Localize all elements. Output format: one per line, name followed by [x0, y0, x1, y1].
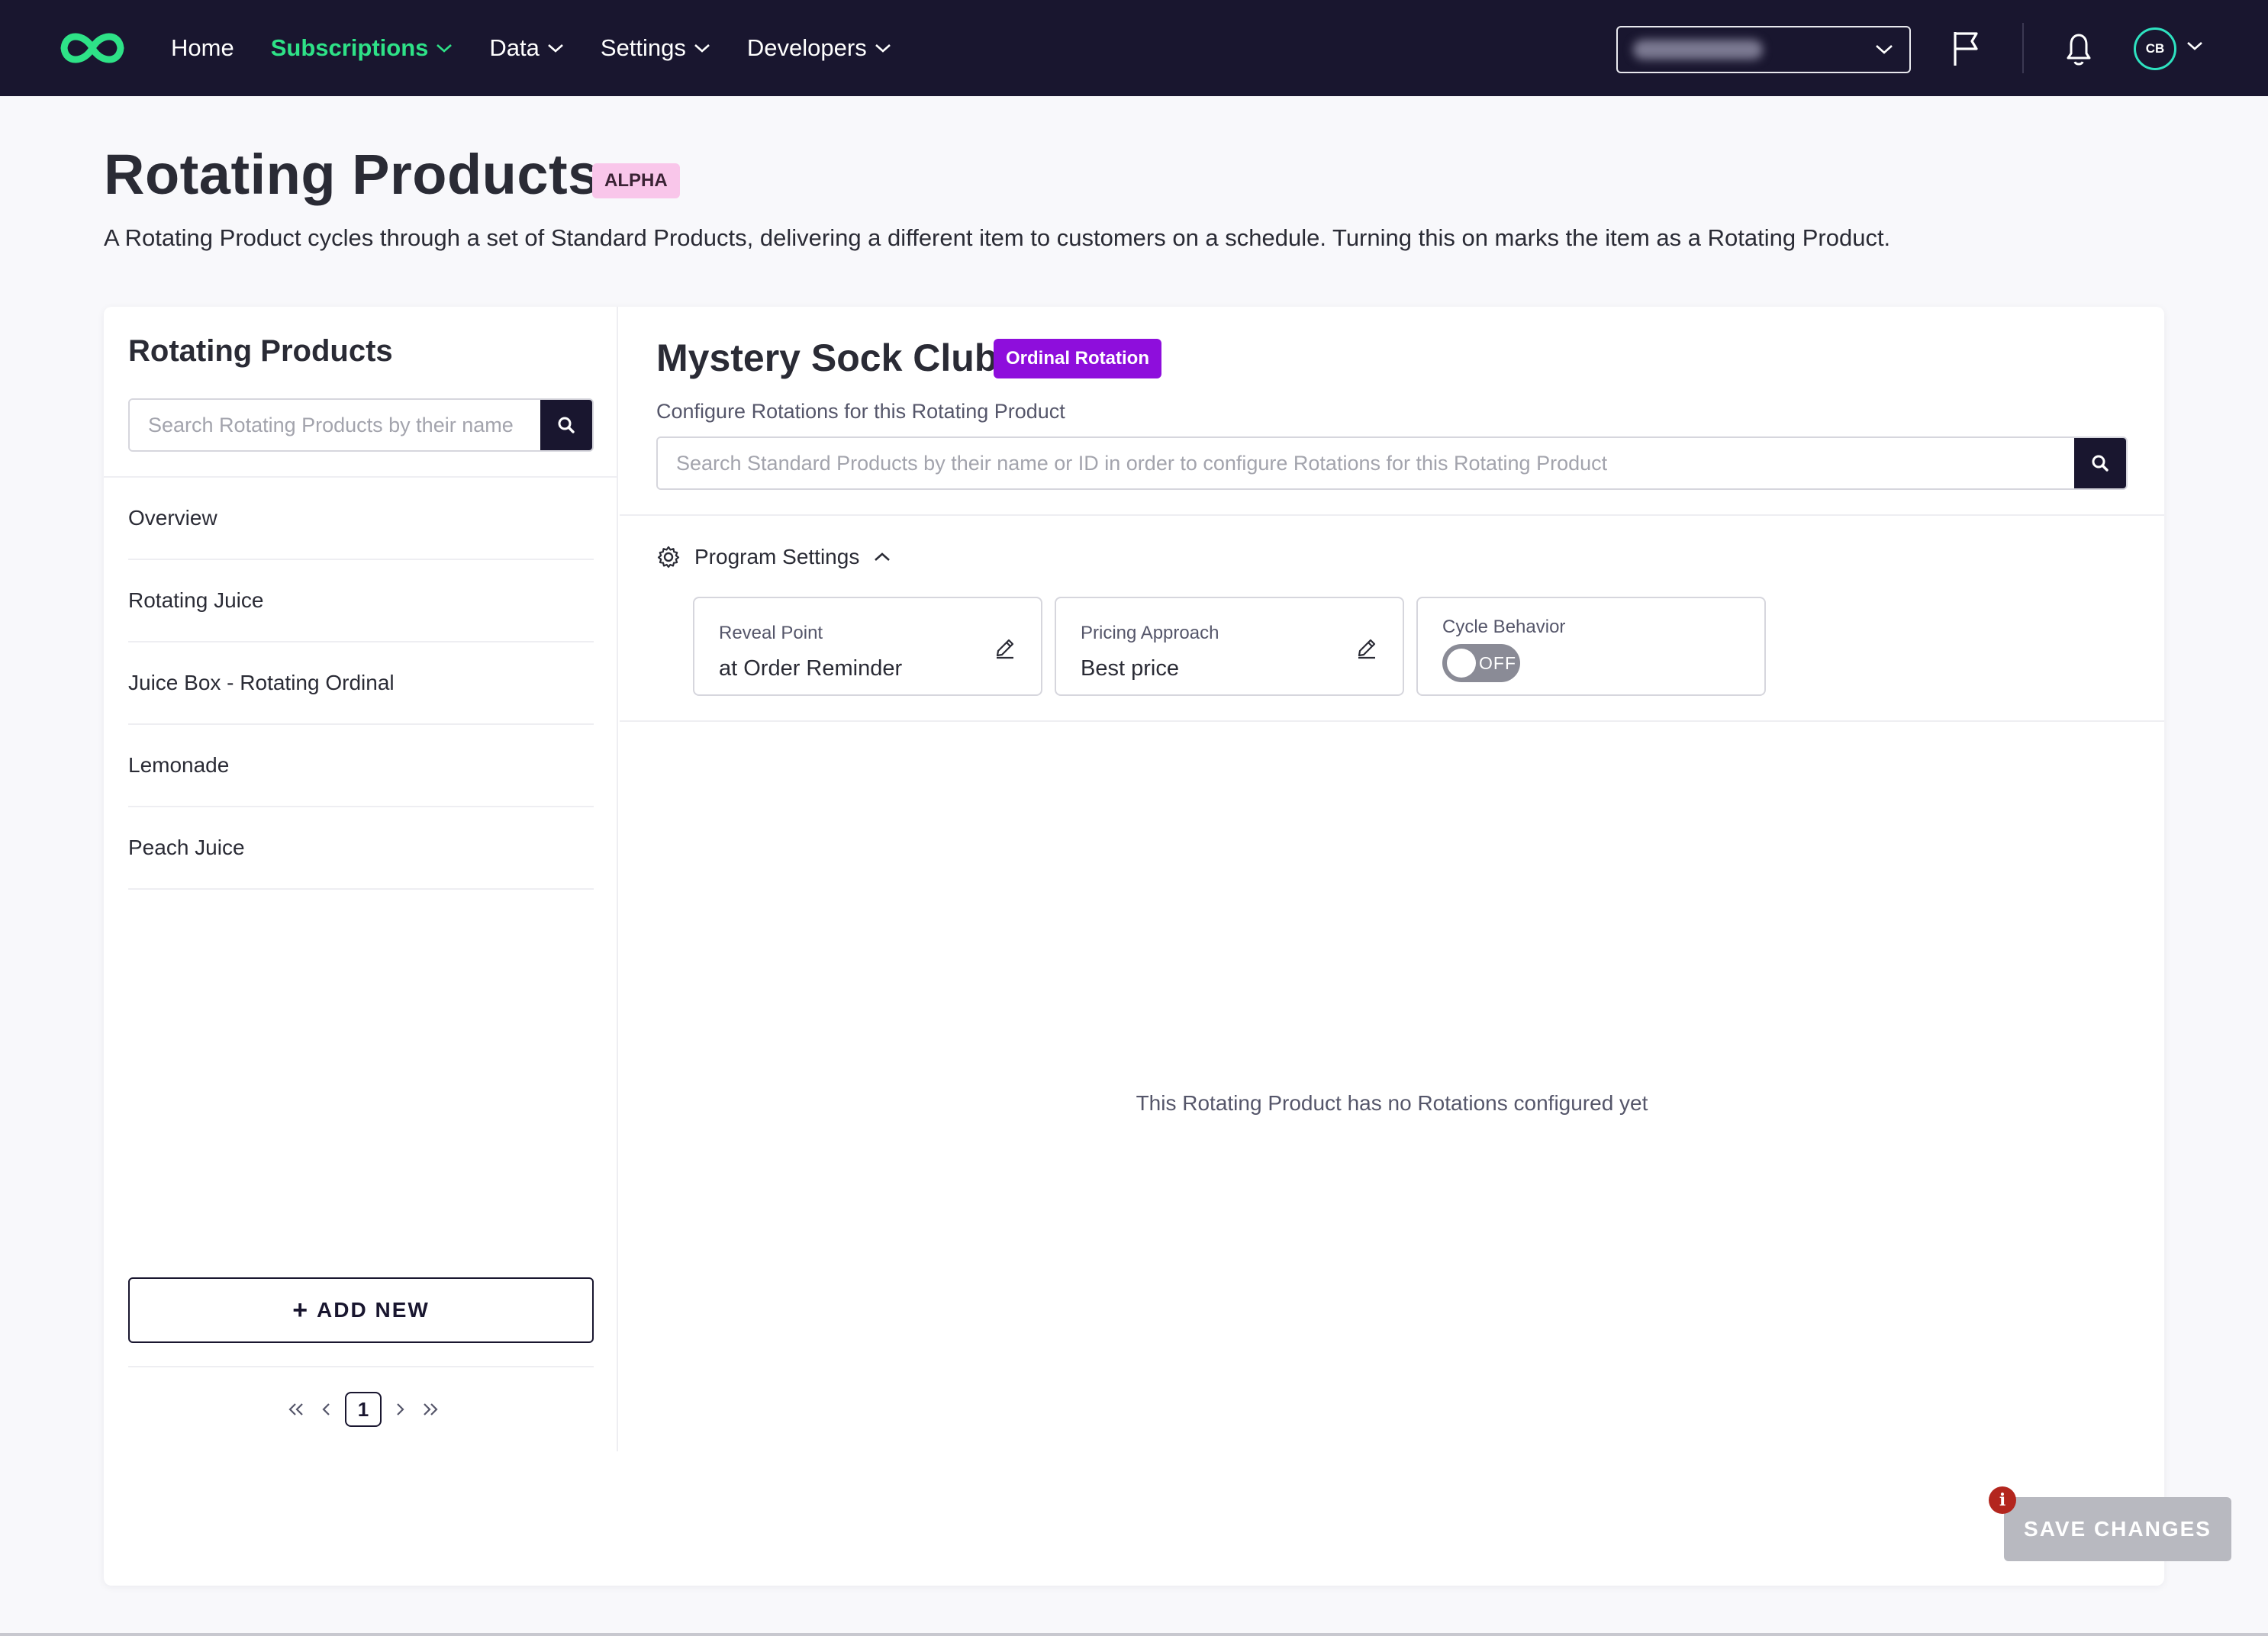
nav-subscriptions-label: Subscriptions: [270, 34, 429, 61]
cycle-behavior-label: Cycle Behavior: [1442, 617, 1566, 637]
pricing-approach-value: Best price: [1081, 656, 1179, 681]
pagination: 1: [281, 1390, 446, 1428]
double-chevron-left-icon: [288, 1403, 303, 1415]
sidebar-divider: [128, 1366, 594, 1367]
top-navigation-bar: Home Subscriptions Data Settings Develop…: [0, 0, 2268, 96]
sidebar-search: [128, 398, 594, 452]
nav-data[interactable]: Data: [489, 0, 563, 96]
current-page[interactable]: 1: [345, 1392, 382, 1427]
nav-home[interactable]: Home: [171, 0, 234, 96]
bell-icon[interactable]: [2060, 29, 2097, 69]
chevron-down-icon: [548, 44, 563, 53]
chevron-right-icon: [397, 1403, 404, 1415]
sidebar-item-lemonade[interactable]: Lemonade: [128, 725, 594, 807]
rotating-product-detail: Mystery Sock Club Ordinal Rotation Confi…: [620, 307, 2231, 1586]
cycle-behavior-setting: Cycle Behavior OFF: [1416, 597, 1766, 696]
store-name-redacted: [1633, 40, 1763, 60]
section-divider: [620, 514, 2164, 516]
reveal-point-label: Reveal Point: [719, 623, 823, 643]
product-title: Mystery Sock Club: [656, 337, 998, 379]
main-nav: Home Subscriptions Data Settings Develop…: [171, 0, 928, 96]
empty-rotations-message: This Rotating Product has no Rotations c…: [1136, 1091, 1648, 1115]
nav-settings-label: Settings: [600, 34, 686, 61]
window-bottom-border: [0, 1633, 2268, 1636]
nav-developers-label: Developers: [746, 34, 867, 61]
search-icon: [558, 417, 575, 433]
previous-page-button[interactable]: [311, 1392, 342, 1427]
chevron-down-icon: [1876, 45, 1893, 54]
section-divider: [620, 720, 2164, 722]
nav-home-label: Home: [171, 34, 234, 61]
pencil-icon: [1358, 639, 1376, 659]
edit-reveal-point-button[interactable]: [992, 635, 1018, 661]
standard-products-search-button[interactable]: [2074, 438, 2126, 488]
chevron-left-icon: [322, 1403, 330, 1415]
sidebar-item-peach-juice[interactable]: Peach Juice: [128, 807, 594, 890]
pricing-approach-label: Pricing Approach: [1081, 623, 1219, 643]
pricing-approach-setting: Pricing Approach Best price: [1055, 597, 1404, 696]
cycle-behavior-toggle[interactable]: OFF: [1442, 644, 1520, 682]
edit-pricing-approach-button[interactable]: [1354, 635, 1380, 661]
double-chevron-right-icon: [424, 1403, 438, 1415]
page-title: Rotating Products: [104, 143, 600, 206]
nav-settings[interactable]: Settings: [601, 0, 710, 96]
reveal-point-value: at Order Reminder: [719, 656, 903, 681]
toggle-state-label: OFF: [1479, 653, 1516, 673]
first-page-button[interactable]: [281, 1392, 311, 1427]
save-changes-button[interactable]: SAVE CHANGES: [2004, 1497, 2231, 1561]
avatar[interactable]: CB: [2134, 27, 2176, 70]
standard-products-search: [656, 436, 2128, 490]
pencil-icon: [996, 639, 1014, 659]
sidebar-search-button[interactable]: [540, 400, 592, 450]
sidebar-item-overview[interactable]: Overview: [128, 478, 594, 560]
nav-developers[interactable]: Developers: [747, 0, 891, 96]
chevron-down-icon[interactable]: [2186, 40, 2204, 52]
program-settings-toggle[interactable]: Program Settings: [656, 540, 891, 574]
flag-icon[interactable]: [1947, 29, 1984, 69]
sidebar-item-rotating-juice[interactable]: Rotating Juice: [128, 560, 594, 642]
sidebar-title: Rotating Products: [128, 334, 393, 368]
plus-icon: +: [292, 1295, 310, 1325]
page-description: A Rotating Product cycles through a set …: [104, 224, 1891, 251]
alpha-badge: ALPHA: [592, 163, 680, 198]
configure-rotations-label: Configure Rotations for this Rotating Pr…: [656, 400, 1065, 423]
toggle-knob: [1447, 649, 1476, 678]
rotating-products-card: Rotating Products Overview Rotating Juic…: [104, 307, 2231, 1586]
info-icon[interactable]: i: [1989, 1486, 2016, 1514]
next-page-button[interactable]: [385, 1392, 415, 1427]
nav-divider: [2022, 23, 2024, 73]
rotating-products-list: Overview Rotating Juice Juice Box - Rota…: [128, 478, 594, 890]
store-selector-dropdown[interactable]: [1616, 26, 1911, 73]
last-page-button[interactable]: [415, 1392, 446, 1427]
add-new-label: ADD NEW: [317, 1298, 430, 1322]
reveal-point-setting: Reveal Point at Order Reminder: [693, 597, 1042, 696]
nav-subscriptions[interactable]: Subscriptions: [271, 0, 453, 96]
program-settings-label: Program Settings: [694, 545, 860, 568]
infinity-logo-icon[interactable]: [58, 23, 127, 73]
sidebar-item-juice-box[interactable]: Juice Box - Rotating Ordinal: [128, 642, 594, 725]
chevron-up-icon: [875, 552, 891, 561]
add-new-button[interactable]: + ADD NEW: [128, 1277, 594, 1343]
nav-data-label: Data: [489, 34, 540, 61]
gear-icon: [657, 546, 680, 568]
rotation-type-badge: Ordinal Rotation: [994, 339, 1161, 378]
rotating-products-sidebar: Rotating Products Overview Rotating Juic…: [104, 307, 618, 1451]
search-icon: [2092, 455, 2109, 472]
chevron-down-icon: [437, 44, 453, 53]
standard-products-search-input[interactable]: [658, 438, 2076, 488]
sidebar-search-input[interactable]: [130, 400, 542, 450]
chevron-down-icon: [694, 44, 710, 53]
chevron-down-icon: [875, 44, 891, 53]
